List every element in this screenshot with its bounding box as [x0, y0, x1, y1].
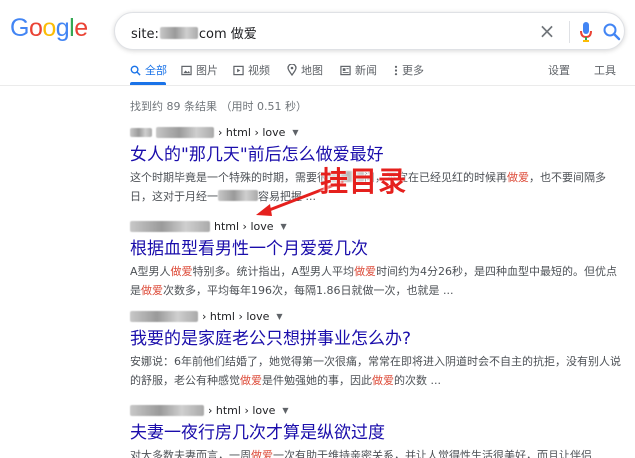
url-path: html › love — [214, 219, 274, 233]
settings-link[interactable]: 设置 — [548, 62, 570, 78]
result-url[interactable]: html › love ▼ — [130, 218, 625, 234]
logo-letter: e — [74, 14, 88, 42]
result-title[interactable]: 我要的是家庭老公只想拼事业怎么办? — [130, 328, 625, 350]
result-url[interactable]: › html › love ▼ — [130, 308, 625, 324]
redacted-url — [130, 220, 210, 232]
snippet-text: 次数多，平均每年196次，每隔1.86日就做一次，也就是 ... — [163, 284, 454, 297]
redacted-url — [130, 310, 198, 322]
result-title[interactable]: 夫妻一夜行房几次才算是纵欲过度 — [130, 422, 625, 444]
tab-all[interactable]: 全部 — [130, 62, 167, 78]
snippet-text: 特别多。统计指出，A型男人平均 — [192, 265, 355, 278]
news-icon — [340, 65, 351, 75]
more-vert-icon — [394, 65, 398, 75]
tab-label: 视频 — [248, 64, 270, 77]
logo-letter: o — [42, 14, 56, 42]
query-prefix: site: — [131, 27, 159, 42]
result-url[interactable]: › html › love ▼ — [130, 402, 625, 418]
tab-label: 新闻 — [355, 64, 377, 77]
tab-more[interactable]: 更多 — [394, 62, 424, 78]
logo-letter: o — [28, 14, 43, 42]
tools-link[interactable]: 工具 — [594, 62, 616, 78]
snippet-text: 的次数 ... — [394, 374, 441, 387]
redacted-url — [156, 126, 214, 138]
search-result: › html › love ▼ 夫妻一夜行房几次才算是纵欲过度 对大多数夫妻而言… — [130, 402, 625, 458]
logo-letter: g — [55, 14, 70, 42]
snippet-text: A型男人 — [130, 265, 171, 278]
tab-images[interactable]: 图片 — [181, 62, 218, 78]
caret-down-icon[interactable]: ▼ — [282, 406, 288, 415]
snippet-highlight: 做爱 — [141, 284, 163, 297]
image-icon — [181, 65, 192, 75]
map-pin-icon — [287, 64, 297, 76]
snippet-highlight: 做爱 — [372, 374, 394, 387]
search-icon — [130, 65, 141, 76]
snippet-text: 是件勉强她的事，因此 — [262, 374, 372, 387]
tab-label: 全部 — [145, 64, 167, 77]
query-suffix: com 做爱 — [198, 27, 257, 42]
video-icon — [233, 65, 244, 75]
tab-news[interactable]: 新闻 — [340, 62, 377, 78]
search-result: html › love ▼ 根据血型看男性一个月爱爱几次 A型男人做爱特别多。统… — [130, 218, 625, 300]
result-snippet: 安娜说：6年前他们结婚了，她觉得第一次很痛，常常在即将进入阴道时会不自主的抗拒，… — [130, 352, 625, 390]
search-divider — [569, 21, 570, 43]
result-stats: 找到约 89 条结果 （用时 0.51 秒） — [130, 100, 307, 113]
tab-videos[interactable]: 视频 — [233, 62, 270, 78]
redacted-domain — [159, 27, 198, 39]
tab-label: 图片 — [196, 64, 218, 77]
url-path: › html › love — [218, 125, 286, 139]
snippet-text: 对大多数夫妻而言，一周 — [130, 449, 251, 458]
microphone-icon[interactable] — [579, 21, 593, 43]
google-logo[interactable]: Google — [10, 14, 88, 43]
clear-icon[interactable]: × — [535, 19, 559, 43]
annotation-label: 挂目录 — [320, 165, 408, 198]
snippet-highlight: 做爱 — [170, 265, 193, 278]
url-path: › html › love — [202, 309, 270, 323]
snippet-highlight: 做爱 — [507, 171, 529, 184]
logo-letter: G — [10, 14, 29, 42]
result-url[interactable]: › html › love ▼ — [130, 124, 625, 140]
search-box[interactable]: site: com 做爱 × — [114, 12, 625, 50]
search-input[interactable]: site: com 做爱 — [131, 23, 257, 42]
redacted-url — [130, 404, 204, 416]
tab-maps[interactable]: 地图 — [287, 62, 323, 78]
caret-down-icon[interactable]: ▼ — [292, 128, 298, 137]
snippet-highlight: 做爱 — [240, 374, 262, 387]
search-result: › html › love ▼ 我要的是家庭老公只想拼事业怎么办? 安娜说：6年… — [130, 308, 625, 390]
snippet-highlight: 做爱 — [354, 265, 377, 278]
tab-label: 更多 — [402, 64, 424, 77]
result-title[interactable]: 根据血型看男性一个月爱爱几次 — [130, 238, 625, 260]
snippet-highlight: 做爱 — [251, 449, 273, 458]
result-snippet: A型男人做爱特别多。统计指出，A型男人平均做爱时间约为4分26秒，是四种血型中最… — [130, 262, 625, 300]
tab-label: 地图 — [301, 64, 323, 77]
url-path: › html › love — [208, 403, 276, 417]
snippet-text: 一次有助于维持亲密关系，并让人觉得性生活很美好，而且让伴侣 — [273, 449, 592, 458]
redacted-url — [130, 127, 152, 137]
search-icon[interactable] — [602, 22, 622, 42]
tabs-divider — [0, 85, 635, 86]
caret-down-icon[interactable]: ▼ — [276, 312, 282, 321]
result-snippet: 对大多数夫妻而言，一周做爱一次有助于维持亲密关系，并让人觉得性生活很美好，而且让… — [130, 446, 625, 458]
caret-down-icon[interactable]: ▼ — [281, 222, 287, 231]
